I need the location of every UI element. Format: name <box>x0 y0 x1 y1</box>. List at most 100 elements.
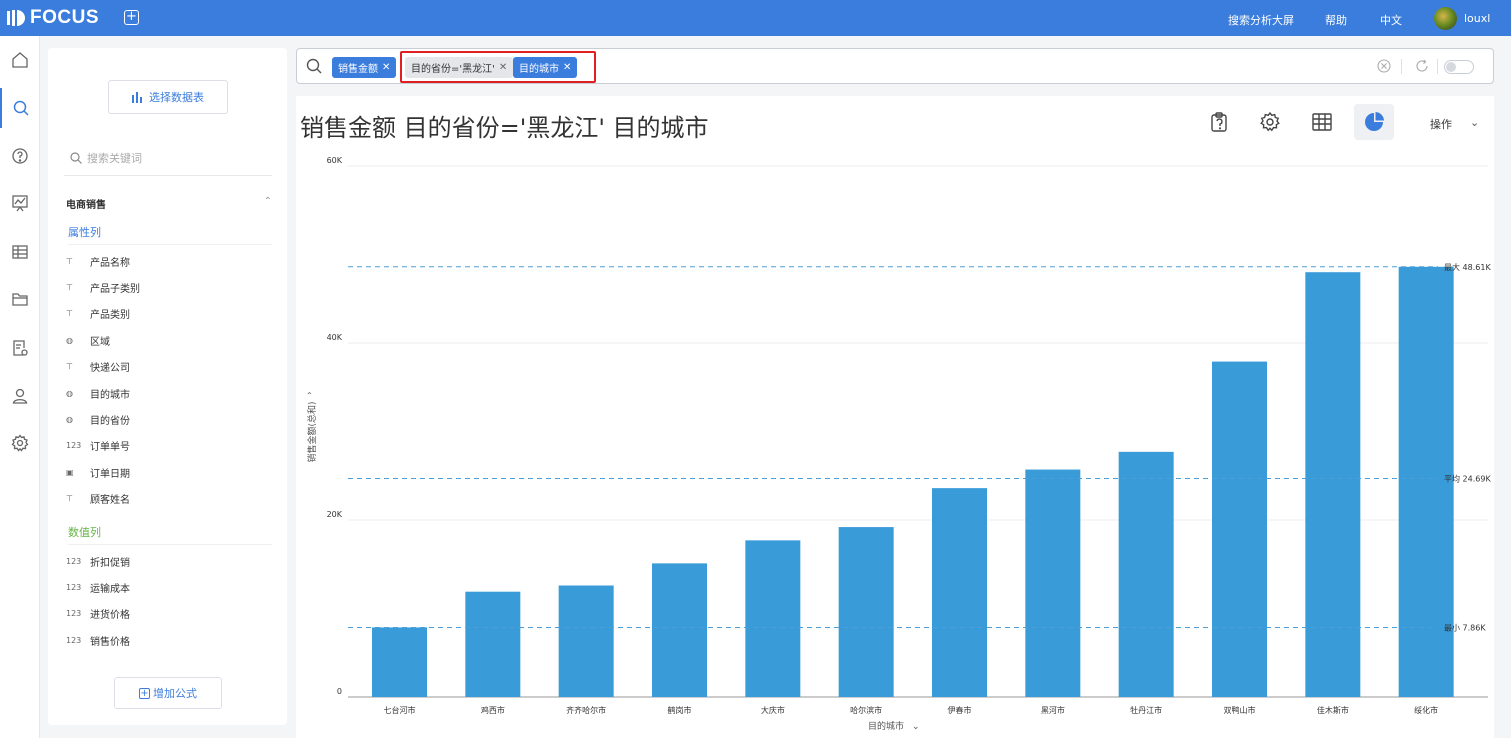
number-type-icon: 123 <box>66 609 82 619</box>
chart-type-button[interactable] <box>1354 104 1394 140</box>
number-type-icon: 123 <box>66 635 82 645</box>
calendar-icon: ▣ <box>66 467 74 477</box>
nav-search[interactable] <box>0 88 40 128</box>
nav-presentation[interactable] <box>0 183 40 223</box>
reference-line-label: 最小 7.86K <box>1444 623 1486 632</box>
nav-settings[interactable] <box>0 423 40 463</box>
help-circle-icon <box>12 148 28 164</box>
add-formula-button[interactable]: + 增加公式 <box>114 677 222 709</box>
x-tick-label: 绥化市 <box>1414 705 1438 715</box>
text-type-icon: ⊤ <box>66 494 73 504</box>
language-switch[interactable]: 中文 <box>1380 12 1402 28</box>
x-tick-label: 黑河市 <box>1041 705 1065 715</box>
operations-dropdown[interactable]: 操作 ⌄ <box>1430 116 1479 132</box>
chevron-right-icon: › <box>305 391 315 395</box>
y-tick-label: 0 <box>337 687 342 696</box>
text-type-icon: ⊤ <box>66 362 73 372</box>
clipboard-icon <box>1211 112 1227 132</box>
search-token-sales-amount[interactable]: 销售金额 ✕ <box>332 57 397 78</box>
top-bar: FOCUS + 搜索分析大屏 帮助 中文 louxl <box>0 0 1511 36</box>
user-icon <box>12 388 28 404</box>
x-tick-label: 双鸭山市 <box>1224 705 1256 715</box>
bar-chart-icon <box>132 91 142 103</box>
plus-square-icon: + <box>139 687 150 699</box>
field-name: 快递公司 <box>90 363 130 375</box>
field-item[interactable]: ⊤ 快递公司 <box>66 358 130 376</box>
chart-bar <box>932 488 987 697</box>
field-item[interactable]: 123 折扣促销 <box>66 552 130 570</box>
search-mode-toggle[interactable] <box>1444 60 1474 74</box>
field-name: 订单单号 <box>90 442 130 454</box>
x-tick-label: 佳木斯市 <box>1317 705 1349 715</box>
y-tick-label: 20K <box>327 510 343 519</box>
username[interactable]: louxl <box>1464 12 1490 25</box>
field-item[interactable]: 123 运输成本 <box>66 578 130 596</box>
chart-bar <box>838 527 894 697</box>
field-item[interactable]: ◍ 区域 <box>66 331 110 349</box>
table-grid-icon <box>12 245 28 259</box>
field-item[interactable]: 123 进货价格 <box>66 605 130 623</box>
page-title: 销售金额 目的省份='黑龙江' 目的城市 <box>300 114 709 142</box>
result-area: 0 20K 40K 60K 七台河市 鸡西市 齐齐哈尔市 鹤岗市 大庆市 哈尔滨市 伊春市 黑河市 牡丹… <box>296 96 1494 738</box>
add-formula-label: 增加公式 <box>153 687 197 700</box>
select-data-table-button[interactable]: 选择数据表 <box>108 80 228 114</box>
field-name: 顾客姓名 <box>90 495 130 507</box>
chart-settings-button[interactable] <box>1250 104 1290 140</box>
y-tick-label: 60K <box>327 156 343 165</box>
x-tick-label: 齐齐哈尔市 <box>566 705 606 715</box>
field-item[interactable]: ⊤ 产品类别 <box>66 305 130 323</box>
close-icon[interactable]: ✕ <box>382 62 390 73</box>
nav-data-table[interactable] <box>0 232 40 272</box>
save-answer-button[interactable] <box>1199 104 1239 140</box>
attribute-section-label: 属性列 <box>68 224 272 245</box>
table-group-header[interactable]: 电商销售 ⌃ <box>66 196 272 211</box>
field-name: 产品子类别 <box>90 283 140 295</box>
field-item[interactable]: 123 订单单号 <box>66 437 130 455</box>
field-name: 进货价格 <box>90 610 130 622</box>
x-tick-label: 哈尔滨市 <box>850 705 882 715</box>
keyword-search-input[interactable]: 搜索关键词 <box>64 140 272 176</box>
search-icon <box>306 58 322 74</box>
field-name: 目的城市 <box>90 389 130 401</box>
field-item[interactable]: 123 销售价格 <box>66 631 130 649</box>
gear-icon <box>1260 111 1280 132</box>
divider <box>1401 59 1402 74</box>
search-bar[interactable]: 销售金额 ✕ 目的省份='黑龙江' ✕ 目的城市 ✕ <box>296 48 1494 84</box>
field-item[interactable]: ⊤ 产品子类别 <box>66 278 140 296</box>
nav-data-settings[interactable] <box>0 328 40 368</box>
chart-bar <box>558 585 614 697</box>
avatar[interactable] <box>1434 7 1457 30</box>
nav-user[interactable] <box>0 376 40 416</box>
select-data-table-label: 选择数据表 <box>149 91 204 104</box>
divider <box>1437 59 1438 74</box>
refresh-icon[interactable] <box>1415 59 1429 73</box>
search-icon <box>70 151 82 164</box>
x-tick-label: 大庆市 <box>761 705 785 715</box>
left-nav <box>0 36 40 738</box>
field-item[interactable]: ⊤ 顾客姓名 <box>66 490 130 508</box>
field-name: 订单日期 <box>90 468 130 480</box>
chart-bar <box>745 540 801 697</box>
chevron-down-icon: ⌄ <box>1470 116 1480 129</box>
x-tick-label: 伊春市 <box>948 705 972 715</box>
nav-folder[interactable] <box>0 279 40 319</box>
text-type-icon: ⊤ <box>66 282 73 292</box>
plus-square-icon[interactable]: + <box>124 10 139 25</box>
text-type-icon: ⊤ <box>66 309 73 319</box>
field-item[interactable]: ⊤ 产品名称 <box>66 252 130 270</box>
globe-icon: ◍ <box>66 335 73 345</box>
table-group-name: 电商销售 <box>66 200 106 211</box>
help-link[interactable]: 帮助 <box>1325 12 1347 28</box>
chart-bar <box>465 591 521 697</box>
field-name: 销售价格 <box>90 636 130 648</box>
nav-home[interactable] <box>0 40 40 80</box>
nav-help[interactable] <box>0 136 40 176</box>
search-icon <box>13 100 29 116</box>
field-item[interactable]: ◍ 目的省份 <box>66 410 130 428</box>
field-item[interactable]: ▣ 订单日期 <box>66 463 130 481</box>
field-item[interactable]: ◍ 目的城市 <box>66 384 130 402</box>
clear-circle-icon[interactable] <box>1377 59 1391 73</box>
logo[interactable]: FOCUS <box>6 7 99 29</box>
table-view-button[interactable] <box>1302 104 1342 140</box>
dashboard-link[interactable]: 搜索分析大屏 <box>1228 12 1294 28</box>
